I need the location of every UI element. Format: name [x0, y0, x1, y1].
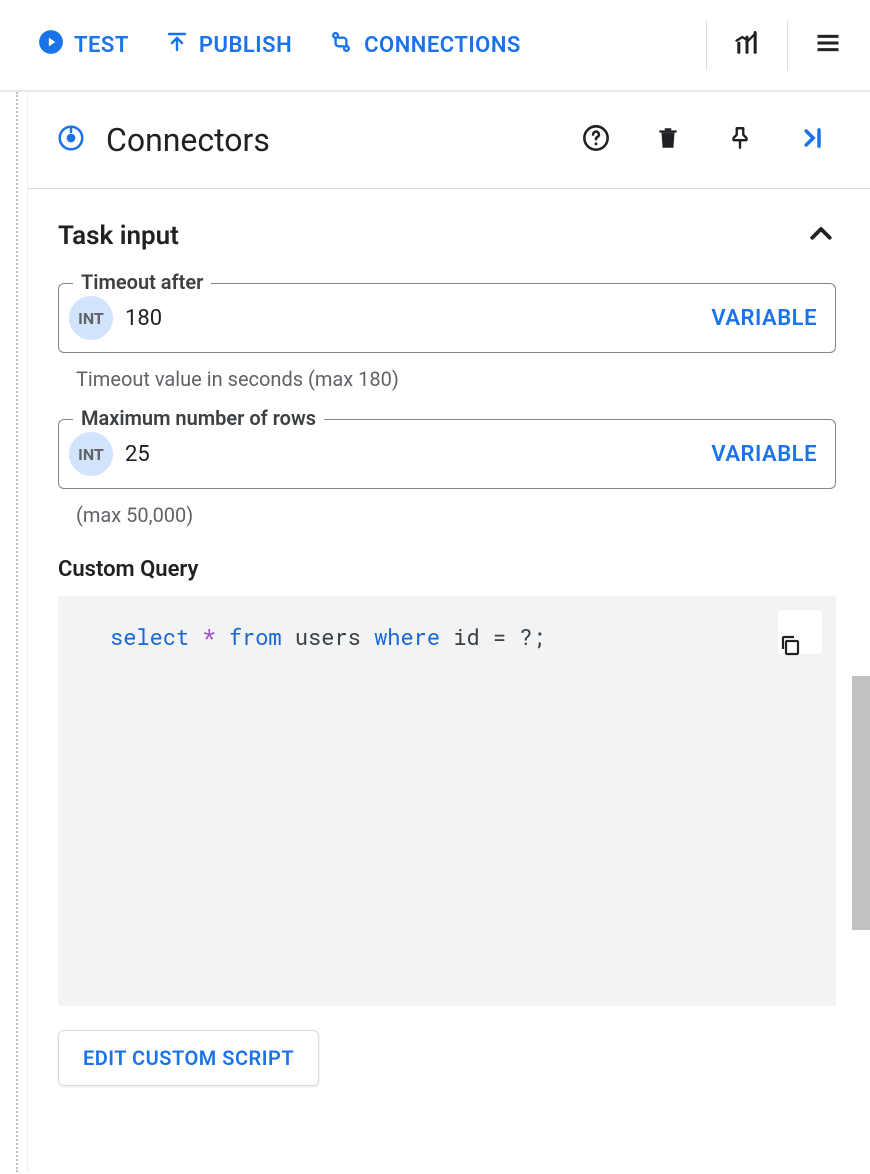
- timeout-label: Timeout after: [73, 270, 211, 294]
- maxrows-label: Maximum number of rows: [73, 406, 324, 430]
- op-q: ?: [519, 622, 532, 651]
- pin-icon: [727, 125, 753, 155]
- kw-from: from: [229, 622, 282, 651]
- connections-button[interactable]: CONNECTIONS: [310, 19, 539, 71]
- timeout-field: Timeout after INT VARIABLE: [58, 283, 836, 353]
- ident-id: id: [453, 622, 479, 651]
- connections-icon: [328, 29, 354, 61]
- scrollbar-thumb[interactable]: [852, 676, 870, 930]
- op-semi: ;: [533, 622, 546, 651]
- publish-label: PUBLISH: [199, 33, 292, 58]
- int-chip: INT: [69, 432, 113, 476]
- menu-button[interactable]: [806, 23, 850, 67]
- op-eq: =: [493, 622, 506, 651]
- panel-body: Task input Timeout after INT VARIABLE Ti…: [28, 189, 870, 1172]
- panel-header: Connectors: [28, 92, 870, 189]
- kw-where: where: [374, 622, 440, 651]
- collapse-button[interactable]: [790, 118, 834, 162]
- test-button[interactable]: TEST: [20, 19, 147, 71]
- timeout-input[interactable]: [123, 305, 711, 332]
- ident-users: users: [295, 622, 361, 651]
- chevron-up-icon: [806, 219, 836, 253]
- page-title: Connectors: [106, 121, 554, 159]
- analytics-button[interactable]: [725, 23, 769, 67]
- menu-icon: [814, 29, 842, 61]
- connector-icon: [56, 123, 86, 157]
- kw-select: select: [110, 622, 189, 651]
- test-label: TEST: [74, 33, 129, 58]
- upload-icon: [165, 30, 189, 60]
- custom-query-code: select * from users where id = ?;: [58, 596, 836, 1006]
- play-circle-icon: [38, 29, 64, 61]
- help-button[interactable]: [574, 118, 618, 162]
- delete-button[interactable]: [646, 118, 690, 162]
- maxrows-helper: (max 50,000): [76, 503, 836, 527]
- custom-query-label: Custom Query: [58, 557, 836, 582]
- copy-button[interactable]: [778, 610, 822, 654]
- section-title: Task input: [58, 221, 179, 251]
- timeout-helper: Timeout value in seconds (max 180): [76, 367, 836, 391]
- divider: [787, 20, 788, 70]
- trash-icon: [655, 125, 681, 155]
- copy-icon: [778, 566, 822, 698]
- edit-custom-script-button[interactable]: EDIT CUSTOM SCRIPT: [58, 1030, 319, 1086]
- maxrows-input[interactable]: [123, 441, 711, 468]
- op-star: *: [202, 622, 215, 651]
- canvas-rail: [0, 92, 28, 1172]
- publish-button[interactable]: PUBLISH: [147, 20, 310, 70]
- side-panel: Connectors: [28, 92, 870, 1172]
- help-icon: [582, 124, 610, 156]
- maxrows-field: Maximum number of rows INT VARIABLE: [58, 419, 836, 489]
- chevron-right-bar-icon: [798, 124, 826, 156]
- bar-chart-icon: [733, 29, 761, 61]
- task-input-section-header[interactable]: Task input: [58, 219, 836, 253]
- maxrows-variable-button[interactable]: VARIABLE: [711, 442, 817, 467]
- int-chip: INT: [69, 296, 113, 340]
- timeout-variable-button[interactable]: VARIABLE: [711, 306, 817, 331]
- divider: [706, 20, 707, 70]
- top-toolbar: TEST PUBLISH CONNECTIONS: [0, 0, 870, 92]
- connections-label: CONNECTIONS: [364, 33, 521, 58]
- pin-button[interactable]: [718, 118, 762, 162]
